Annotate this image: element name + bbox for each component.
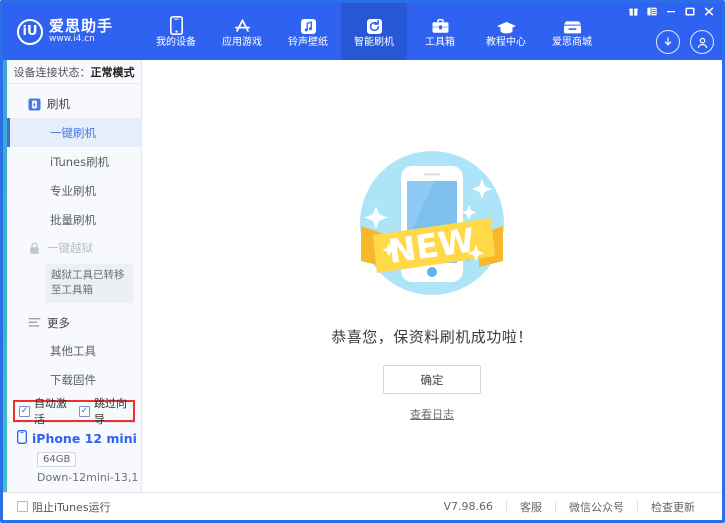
sidebar-group-label: 刷机 <box>47 96 70 112</box>
brand-text: 爱思助手 www.i4.cn <box>49 18 113 45</box>
sidebar-item-label: 其他工具 <box>50 343 96 359</box>
close-icon[interactable] <box>702 5 716 18</box>
new-badge-phone-illustration: NEW <box>343 134 521 312</box>
flash-device-icon <box>27 97 41 111</box>
nav-item-smart-flash[interactable]: 智能刷机 <box>341 3 407 60</box>
nav-item-store[interactable]: 爱思商城 <box>539 3 605 60</box>
nav-label: 工具箱 <box>425 38 455 48</box>
refresh-icon <box>366 15 383 35</box>
option-label: 跳过向导 <box>94 395 129 427</box>
status-bar: ✓ 阻止iTunes运行 V7.98.66 客服 微信公众号 检查更新 <box>3 492 722 520</box>
nav-item-tutorials[interactable]: 教程中心 <box>473 3 539 60</box>
checkbox-block-itunes[interactable]: ✓ <box>17 501 28 512</box>
device-capacity: 64GB <box>37 452 76 467</box>
connection-status-label: 设备连接状态： <box>14 64 91 80</box>
header-actions <box>656 30 714 54</box>
sidebar-group-label: 一键越狱 <box>47 240 93 256</box>
minimize-icon[interactable] <box>664 5 678 18</box>
success-message: 恭喜您，保资料刷机成功啦！ <box>331 326 533 347</box>
sidebar-group-jailbreak: 一键越狱 <box>7 234 141 262</box>
graduation-cap-icon <box>496 15 517 35</box>
nav-item-ringtones-wallpaper[interactable]: 铃声壁纸 <box>275 3 341 60</box>
version-label: V7.98.66 <box>430 500 506 513</box>
sidebar-item-pro-flash[interactable]: 专业刷机 <box>7 176 141 205</box>
nav-item-apps-games[interactable]: 应用游戏 <box>209 3 275 60</box>
store-icon <box>562 15 583 35</box>
confirm-button[interactable]: 确定 <box>383 365 481 394</box>
nav-label: 铃声壁纸 <box>288 38 328 48</box>
checkbox-skip-wizard[interactable]: ✓ <box>79 406 90 417</box>
option-block-itunes[interactable]: ✓ 阻止iTunes运行 <box>17 499 111 515</box>
device-name: iPhone 12 mini <box>32 431 137 446</box>
brand-url: www.i4.cn <box>49 34 113 45</box>
account-icon[interactable] <box>690 30 714 54</box>
status-bar-right: V7.98.66 客服 微信公众号 检查更新 <box>142 499 722 515</box>
brand-name: 爱思助手 <box>49 18 113 35</box>
sidebar-item-label: iTunes刷机 <box>50 154 109 170</box>
sidebar-item-label: 专业刷机 <box>50 183 96 199</box>
gift-icon[interactable] <box>626 5 640 18</box>
sidebar-item-itunes-flash[interactable]: iTunes刷机 <box>7 147 141 176</box>
sidebar-item-download-firmware[interactable]: 下载固件 <box>7 366 141 395</box>
sidebar-item-label: 批量刷机 <box>50 212 96 228</box>
view-log-link[interactable]: 查看日志 <box>410 406 454 422</box>
support-link[interactable]: 客服 <box>507 499 555 515</box>
phone-icon <box>17 430 27 447</box>
nav-label: 教程中心 <box>486 38 526 48</box>
connection-status: 设备连接状态：正常模式 <box>7 60 141 84</box>
window-controls <box>626 5 716 18</box>
app-window: iU 爱思助手 www.i4.cn 我的设备 应用游戏 <box>0 0 725 523</box>
checkbox-auto-activate[interactable]: ✓ <box>19 406 30 417</box>
wechat-link[interactable]: 微信公众号 <box>556 499 637 515</box>
sidebar-menu: 刷机 一键刷机 iTunes刷机 专业刷机 批量刷机 <box>7 84 141 398</box>
sidebar-item-label: 下载固件 <box>50 372 96 388</box>
device-model: Down-12mini-13,1 <box>37 471 141 484</box>
sidebar-group-label: 更多 <box>47 315 70 331</box>
check-update-link[interactable]: 检查更新 <box>638 499 708 515</box>
sidebar-item-one-key-flash[interactable]: 一键刷机 <box>7 118 141 147</box>
nav-label: 应用游戏 <box>222 38 262 48</box>
appstore-icon <box>233 15 252 35</box>
nav-label: 爱思商城 <box>552 38 592 48</box>
music-icon <box>300 15 317 35</box>
nav-label: 智能刷机 <box>354 38 394 48</box>
main-content: NEW 恭喜您，保资料刷机成功啦！ 确定 查看日志 <box>142 60 722 492</box>
list-icon <box>27 316 41 330</box>
sidebar-group-flash[interactable]: 刷机 <box>7 90 141 118</box>
download-icon[interactable] <box>656 30 680 54</box>
toolbox-icon <box>431 15 450 35</box>
brand-logo-text: iU <box>22 25 37 38</box>
phone-icon <box>170 15 183 35</box>
brand-logo-area: iU 爱思助手 www.i4.cn <box>3 3 143 60</box>
device-info[interactable]: iPhone 12 mini 64GB Down-12mini-13,1 <box>7 422 141 492</box>
nav-label: 我的设备 <box>156 38 196 48</box>
sidebar-item-label: 一键刷机 <box>50 125 96 141</box>
sidebar-item-batch-flash[interactable]: 批量刷机 <box>7 205 141 234</box>
sidebar: 设备连接状态：正常模式 刷机 一键刷机 iTunes刷机 专业刷机 <box>7 60 142 492</box>
nav-item-toolbox[interactable]: 工具箱 <box>407 3 473 60</box>
maximize-icon[interactable] <box>683 5 697 18</box>
jailbreak-moved-note: 越狱工具已转移至工具箱 <box>45 264 133 302</box>
app-header: iU 爱思助手 www.i4.cn 我的设备 应用游戏 <box>3 3 722 60</box>
sidebar-group-more[interactable]: 更多 <box>7 309 141 337</box>
brand-mark-icon: iU <box>17 19 43 45</box>
lock-icon <box>27 241 41 255</box>
menu-icon[interactable] <box>645 5 659 18</box>
sidebar-item-other-tools[interactable]: 其他工具 <box>7 337 141 366</box>
option-label: 阻止iTunes运行 <box>32 499 111 515</box>
option-label: 自动激活 <box>34 395 69 427</box>
option-auto-activate[interactable]: ✓ 自动激活 <box>19 395 69 427</box>
device-name-row: iPhone 12 mini <box>17 430 141 447</box>
flash-options-row: ✓ 自动激活 ✓ 跳过向导 <box>13 400 135 422</box>
status-bar-left: ✓ 阻止iTunes运行 <box>3 499 142 515</box>
nav-item-my-device[interactable]: 我的设备 <box>143 3 209 60</box>
app-body: 设备连接状态：正常模式 刷机 一键刷机 iTunes刷机 专业刷机 <box>3 60 722 492</box>
connection-status-value: 正常模式 <box>91 64 135 80</box>
option-skip-wizard[interactable]: ✓ 跳过向导 <box>79 395 129 427</box>
